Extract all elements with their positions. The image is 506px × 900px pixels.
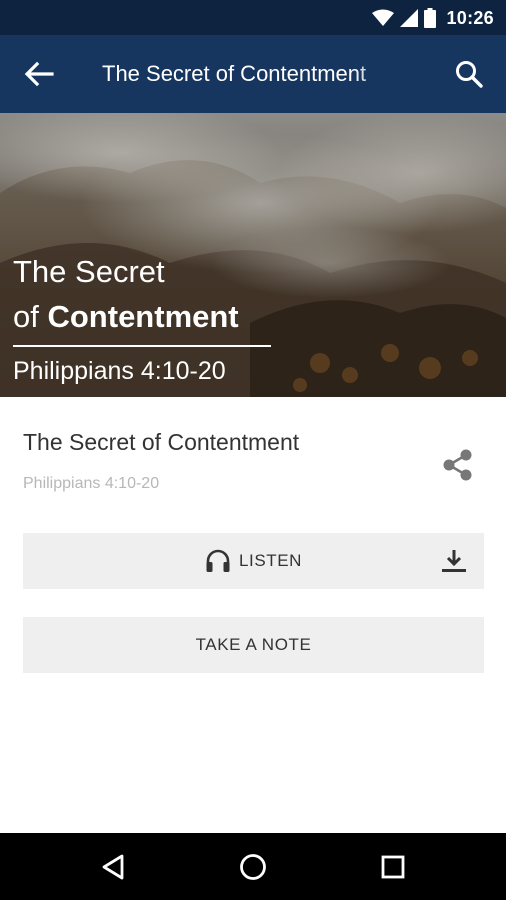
- battery-icon: [424, 8, 437, 28]
- hero-title: The Secret of Contentment: [13, 249, 239, 339]
- back-triangle-icon[interactable]: [98, 852, 128, 882]
- back-arrow-icon[interactable]: [22, 59, 56, 89]
- app-bar-title: The Secret of Contentment: [102, 61, 367, 86]
- hero-title-line2: of Contentment: [13, 294, 239, 339]
- listen-button-content: LISTEN: [23, 533, 484, 589]
- hero-title-prefix: of: [13, 299, 39, 334]
- sermon-details: The Secret of Contentment Philippians 4:…: [0, 397, 506, 833]
- take-note-button[interactable]: TAKE A NOTE: [23, 617, 484, 673]
- hero-reference: Philippians 4:10-20: [13, 357, 226, 385]
- status-time: 10:26: [446, 7, 494, 28]
- hero-divider: [13, 345, 271, 347]
- signal-icon: [400, 9, 419, 27]
- headphones-icon: [206, 549, 230, 572]
- hero-title-line1: The Secret: [13, 254, 165, 289]
- recents-square-icon[interactable]: [378, 852, 408, 882]
- app-bar: The Secret of Contentment: [0, 35, 506, 113]
- home-circle-icon[interactable]: [238, 852, 268, 882]
- take-note-label: TAKE A NOTE: [195, 635, 312, 654]
- status-icons: 10:26: [372, 7, 494, 29]
- status-bar: 10:26: [0, 0, 506, 35]
- listen-button[interactable]: LISTEN: [23, 533, 484, 589]
- share-icon[interactable]: [440, 447, 476, 483]
- hero-banner: The Secret of Contentment Philippians 4:…: [0, 113, 506, 397]
- listen-label: LISTEN: [238, 551, 303, 570]
- search-icon[interactable]: [454, 59, 484, 89]
- download-icon[interactable]: [441, 548, 467, 574]
- wifi-icon: [372, 9, 395, 26]
- sermon-reference: Philippians 4:10-20: [23, 475, 160, 492]
- hero-title-bold: Contentment: [47, 299, 239, 334]
- system-nav-bar: [0, 833, 506, 900]
- sermon-title: The Secret of Contentment: [23, 429, 300, 455]
